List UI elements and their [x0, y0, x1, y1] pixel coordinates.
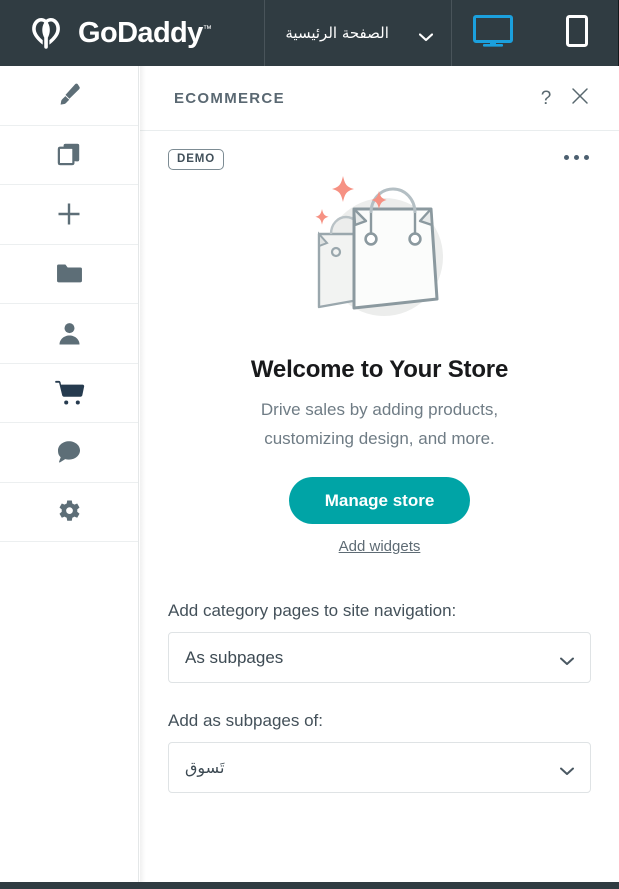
gear-icon [57, 499, 82, 524]
demo-badge: DEMO [168, 149, 225, 170]
parent-page-select[interactable]: تَسوق [168, 742, 591, 794]
close-panel-button[interactable] [563, 81, 597, 115]
shopping-cart-icon [54, 379, 85, 406]
chevron-down-icon [560, 653, 574, 666]
help-icon: ? [540, 87, 552, 109]
sidebar-item-account[interactable] [0, 304, 138, 364]
parent-page-field: Add as subpages of: تَسوق [168, 711, 591, 794]
godaddy-logo-icon [26, 12, 68, 54]
editor-window: GoDaddy™ الصفحة الرئيسية ECOMMERCE ? DEM… [0, 0, 619, 889]
category-navigation-label: Add category pages to site navigation: [168, 601, 457, 621]
page-selector[interactable]: الصفحة الرئيسية [264, 0, 453, 66]
sidebar-item-add[interactable] [0, 185, 138, 245]
ecommerce-panel: ECOMMERCE ? DEMO Welcome to Your Store D… [140, 66, 619, 883]
manage-store-button[interactable]: Manage store [288, 477, 471, 525]
plus-icon [55, 200, 83, 228]
chevron-down-icon [560, 763, 574, 776]
godaddy-brand[interactable]: GoDaddy™ [0, 0, 264, 66]
page-selector-label: الصفحة الرئيسية [285, 24, 389, 42]
sidebar-item-media[interactable] [0, 244, 138, 304]
category-navigation-field: Add category pages to site navigation: A… [168, 601, 591, 684]
category-navigation-select[interactable]: As subpages [168, 632, 591, 684]
device-preview-toggles [452, 0, 618, 66]
help-button[interactable]: ? [529, 81, 563, 115]
parent-page-value: تَسوق [185, 758, 225, 778]
bottom-strip [0, 882, 619, 889]
panel-header: ECOMMERCE ? [140, 66, 619, 131]
desktop-monitor-icon [473, 14, 514, 52]
shopping-bags-illustration [168, 169, 591, 334]
panel-body: DEMO Welcome to Your Store Drive sales b… [140, 131, 619, 794]
sidebar-item-messages[interactable] [0, 423, 138, 483]
close-icon [571, 87, 589, 110]
sidebar-item-settings[interactable] [0, 482, 138, 542]
parent-page-label: Add as subpages of: [168, 711, 324, 731]
top-bar: GoDaddy™ الصفحة الرئيسية [0, 0, 619, 66]
panel-title: ECOMMERCE [174, 89, 285, 107]
dot-icon [584, 155, 589, 160]
left-sidebar [0, 66, 139, 883]
desktop-preview-button[interactable] [452, 0, 534, 66]
godaddy-wordmark: GoDaddy™ [78, 16, 212, 49]
paintbrush-icon [55, 81, 83, 109]
add-widgets-link[interactable]: Add widgets [339, 538, 421, 555]
welcome-title: Welcome to Your Store [250, 356, 509, 383]
sidebar-item-pages[interactable] [0, 125, 138, 185]
chevron-down-icon [418, 29, 434, 41]
cta-row: Manage store [168, 477, 591, 525]
dot-icon [574, 155, 579, 160]
sidebar-item-ecommerce[interactable] [0, 363, 138, 423]
more-options-button[interactable] [562, 149, 591, 166]
folder-icon [56, 262, 83, 285]
secondary-link-row: Add widgets [168, 538, 591, 555]
copy-pages-icon [57, 142, 82, 167]
welcome-subtitle-line-1: Drive sales by adding products, [260, 400, 499, 419]
welcome-subtitle-line-2: customizing design, and more. [264, 428, 495, 448]
sidebar-item-design[interactable] [0, 66, 138, 126]
mobile-phone-icon [566, 14, 589, 52]
mobile-preview-button[interactable] [536, 0, 618, 66]
dot-icon [564, 155, 569, 160]
trademark-symbol: ™ [202, 22, 212, 33]
chat-bubble-icon [56, 439, 82, 465]
category-navigation-value: As subpages [185, 647, 284, 667]
welcome-subtitle: Drive sales by adding products, customiz… [168, 396, 591, 453]
person-icon [57, 321, 82, 346]
